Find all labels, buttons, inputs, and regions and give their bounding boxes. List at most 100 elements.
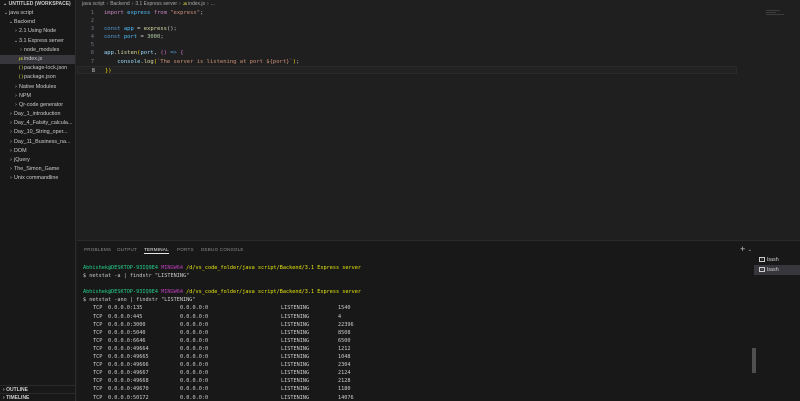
terminal-cell: LISTENING [281, 354, 310, 361]
terminal-cell: 0.0.0.0:0 [180, 345, 209, 352]
terminal-cell: TCP [93, 305, 103, 312]
tree-item-label: Day_4_Falsity_calcula... [14, 120, 73, 127]
workspace-header[interactable]: ⌄ UNTITLED (WORKSPACE) [0, 0, 75, 9]
terminal-cell: 6500 [338, 337, 351, 344]
terminal-cell: TCP [93, 329, 103, 336]
terminal-cell: LISTENING [281, 321, 310, 328]
breadcrumb-segment[interactable]: Backend [110, 1, 129, 7]
breadcrumb-segment[interactable]: 3.1 Express server [135, 1, 177, 7]
terminal-cell: 0.0.0.0:0 [180, 386, 209, 393]
terminal-cell: 0.0.0.0:3000 [108, 321, 146, 328]
tab-problems[interactable]: PROBLEMS [84, 247, 111, 252]
code-text: const app = express(); [104, 25, 177, 33]
terminal-cell: TCP [93, 362, 103, 369]
tab-ports[interactable]: PORTS [177, 247, 194, 252]
bottom-panel: PROBLEMS OUTPUT TERMINAL PORTS DEBUG CONSOLE… [77, 240, 800, 401]
tree-item[interactable]: JSindex.js [0, 54, 75, 65]
tree-item-label: node_modules [24, 46, 60, 53]
breadcrumb-segment[interactable]: index.js [188, 1, 205, 7]
code-token: `The server is listening at port ${port}… [157, 58, 293, 65]
terminal-row: TCP 0.0.0.0:5040 0.0.0.0:0 LISTENING 8508 [83, 329, 753, 337]
tree-item[interactable]: ⌄Backend [0, 18, 75, 27]
tree-item[interactable]: ⌄java script [0, 9, 75, 18]
code-token: port [120, 34, 141, 41]
terminal-label: bash [767, 257, 779, 263]
terminal-cell: TCP [93, 386, 103, 393]
tree-item[interactable]: › NPM [0, 92, 75, 101]
code-editor[interactable]: 1 import express from "express"; 2 3 const a… [77, 9, 737, 74]
terminal-cell: TCP [93, 313, 103, 320]
code-token: const [104, 26, 121, 33]
code-token: express [143, 26, 167, 33]
breadcrumb-segment[interactable]: ... [211, 1, 215, 7]
tree-item[interactable]: ⌄3.1 Express server [0, 37, 75, 46]
tree-item[interactable]: › Unix commandline [0, 174, 75, 183]
tree-item-label: NPM [19, 92, 31, 99]
tree-item[interactable]: › 2.1 Using Node [0, 27, 75, 36]
tree-item[interactable]: › The_Simon_Game [0, 165, 75, 174]
add-terminal-icon[interactable]: + [740, 245, 746, 253]
code-line: 8}) [77, 65, 737, 74]
terminal-command: $ netstat -ano | findstr "LISTENING" [83, 297, 196, 304]
minimap[interactable] [766, 10, 788, 18]
timeline-label: TIMELINE [6, 395, 30, 401]
tree-item-label: package-lock.json [24, 65, 68, 72]
code-token: console [104, 58, 141, 65]
terminal-cell: 0.0.0.0:0 [180, 329, 209, 336]
tree-item[interactable]: {}package.json [0, 73, 75, 82]
line-number: 1 [90, 10, 94, 16]
prompt-user: Abhishek@DESKTOP-93IQ9E4 [83, 289, 158, 296]
tree-item[interactable]: › Qr-code generator [0, 101, 75, 110]
tree-item[interactable]: › Native Modules [0, 83, 75, 92]
terminal-cell: 0.0.0.0:49666 [108, 362, 149, 369]
code-token: => [166, 50, 181, 57]
tree-item[interactable]: › node_modules [0, 46, 75, 55]
outline-section[interactable]: › OUTLINE [0, 385, 75, 393]
terminal-output[interactable]: Abhishek@DESKTOP-93IQ9E4 MINGW64 /d/vs_c… [83, 264, 753, 401]
terminal-row: TCP 0.0.0.0:49670 0.0.0.0:0 LISTENING 1180 [83, 385, 753, 393]
terminal-cell: LISTENING [281, 362, 310, 369]
terminal-cell: 14076 [338, 394, 354, 401]
tree-item[interactable]: {}package-lock.json [0, 64, 75, 73]
code-token: express [123, 10, 154, 16]
panel-actions: + ⌄ [740, 245, 752, 253]
tree-item-label: DOM [14, 147, 27, 154]
tab-terminal[interactable]: TERMINAL [144, 247, 169, 254]
terminal-list-item[interactable]: > bash [754, 255, 800, 265]
timeline-section[interactable]: › TIMELINE [0, 393, 75, 401]
code-token: { [180, 50, 184, 57]
editor-area[interactable]: java script › Backend › 3.1 Express server › J… [77, 0, 800, 240]
terminal-row: TCP 0.0.0.0:3000 0.0.0.0:0 LISTENING 22396 [83, 321, 753, 329]
terminal-cell: 0.0.0.0:445 [108, 313, 143, 320]
terminal-cell: 0.0.0.0:49664 [108, 345, 149, 352]
terminal-row: TCP 0.0.0.0:6646 0.0.0.0:0 LISTENING 6500 [83, 337, 753, 345]
terminal-cell: LISTENING [281, 378, 310, 385]
tree-item[interactable]: › jQuery [0, 156, 75, 165]
code-token: from [153, 10, 167, 16]
tab-debug-console[interactable]: DEBUG CONSOLE [201, 247, 244, 252]
terminal-cell: TCP [93, 337, 103, 344]
explorer-sidebar: ⌄ UNTITLED (WORKSPACE) ⌄java script ⌄Back… [0, 0, 76, 401]
terminal-cell: LISTENING [281, 370, 310, 377]
chevron-down-icon[interactable]: ⌄ [748, 247, 752, 253]
terminal-cell: 0.0.0.0:50172 [108, 394, 149, 401]
terminal-scrollbar[interactable] [752, 348, 756, 373]
terminal-cell: TCP [93, 370, 103, 377]
prompt-path: /d/vs_code_folder/java script/Backend/3.… [186, 265, 361, 271]
terminal-label: bash [767, 267, 779, 273]
tree-item[interactable]: › Day_10_String_oper... [0, 128, 75, 137]
workspace-title: UNTITLED (WORKSPACE) [8, 1, 71, 7]
terminal-list-item[interactable]: > bash [754, 265, 800, 275]
terminal-cell: LISTENING [281, 329, 310, 336]
tree-item[interactable]: › Day_11_Business_na... [0, 138, 75, 147]
terminal-row: TCP 0.0.0.0:49665 0.0.0.0:0 LISTENING 1048 [83, 353, 753, 361]
tree-item[interactable]: › Day_1_introduction [0, 110, 75, 119]
tab-output[interactable]: OUTPUT [117, 247, 137, 252]
tree-item[interactable]: › Day_4_Falsity_calcula... [0, 119, 75, 128]
code-token: ; [200, 10, 204, 16]
terminal-list: > bash > bash [754, 255, 800, 275]
breadcrumb-segment[interactable]: java script [82, 1, 105, 7]
terminal-cell: 0.0.0.0:6646 [108, 337, 146, 344]
terminal-blank [83, 280, 753, 288]
tree-item[interactable]: › DOM [0, 147, 75, 156]
